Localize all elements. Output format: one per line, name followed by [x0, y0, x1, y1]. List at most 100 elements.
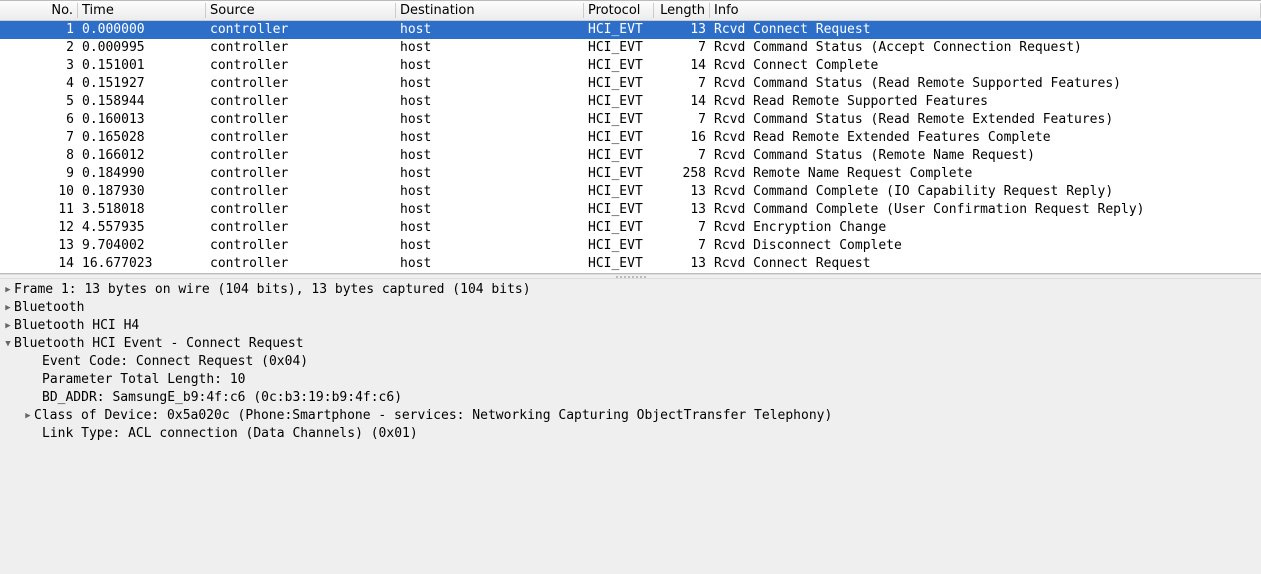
tree-link-type[interactable]: Link Type: ACL connection (Data Channels… [0, 425, 1261, 443]
cell-source: controller [206, 237, 396, 255]
col-header-source[interactable]: Source [206, 3, 396, 18]
cell-time: 16.677023 [78, 255, 206, 273]
cell-time: 0.160013 [78, 111, 206, 129]
cell-destination: host [396, 183, 584, 201]
cell-length: 13 [654, 183, 710, 201]
cell-source: controller [206, 93, 396, 111]
cell-protocol: HCI_EVT [584, 165, 654, 183]
tree-label: Link Type: ACL connection (Data Channels… [42, 425, 418, 443]
cell-protocol: HCI_EVT [584, 183, 654, 201]
packet-list-pane[interactable]: No. Time Source Destination Protocol Len… [0, 0, 1261, 274]
packet-row[interactable]: 30.151001controllerhostHCI_EVT14Rcvd Con… [0, 57, 1261, 75]
packet-row[interactable]: 70.165028controllerhostHCI_EVT16Rcvd Rea… [0, 129, 1261, 147]
cell-info: Rcvd Read Remote Extended Features Compl… [710, 129, 1261, 147]
cell-protocol: HCI_EVT [584, 57, 654, 75]
pane-splitter[interactable] [0, 274, 1261, 279]
cell-destination: host [396, 255, 584, 273]
tree-bluetooth[interactable]: ▶ Bluetooth [0, 299, 1261, 317]
col-header-no[interactable]: No. [0, 3, 78, 18]
cell-no: 3 [0, 57, 78, 75]
cell-info: Rcvd Disconnect Complete [710, 237, 1261, 255]
cell-info: Rcvd Remote Name Request Complete [710, 165, 1261, 183]
cell-time: 0.000000 [78, 21, 206, 39]
packet-row[interactable]: 100.187930controllerhostHCI_EVT13Rcvd Co… [0, 183, 1261, 201]
cell-time: 0.184990 [78, 165, 206, 183]
tree-hci-h4[interactable]: ▶ Bluetooth HCI H4 [0, 317, 1261, 335]
tree-class-of-device[interactable]: ▶ Class of Device: 0x5a020c (Phone:Smart… [0, 407, 1261, 425]
cell-destination: host [396, 39, 584, 57]
cell-no: 9 [0, 165, 78, 183]
expand-arrow-icon[interactable]: ▶ [2, 317, 14, 335]
cell-source: controller [206, 147, 396, 165]
packet-row[interactable]: 124.557935controllerhostHCI_EVT7Rcvd Enc… [0, 219, 1261, 237]
cell-length: 7 [654, 219, 710, 237]
cell-time: 9.704002 [78, 237, 206, 255]
cell-info: Rcvd Command Status (Read Remote Extende… [710, 111, 1261, 129]
cell-info: Rcvd Connect Complete [710, 57, 1261, 75]
packet-row[interactable]: 10.000000controllerhostHCI_EVT13Rcvd Con… [0, 21, 1261, 39]
tree-hci-event[interactable]: ▼ Bluetooth HCI Event - Connect Request [0, 335, 1261, 353]
cell-no: 2 [0, 39, 78, 57]
cell-protocol: HCI_EVT [584, 93, 654, 111]
packet-list-header: No. Time Source Destination Protocol Len… [0, 1, 1261, 21]
tree-label: Bluetooth [14, 299, 84, 317]
packet-list-body[interactable]: 10.000000controllerhostHCI_EVT13Rcvd Con… [0, 21, 1261, 273]
cell-no: 12 [0, 219, 78, 237]
packet-row[interactable]: 40.151927controllerhostHCI_EVT7Rcvd Comm… [0, 75, 1261, 93]
cell-protocol: HCI_EVT [584, 147, 654, 165]
expand-arrow-icon[interactable]: ▶ [22, 407, 34, 425]
cell-source: controller [206, 39, 396, 57]
cell-no: 4 [0, 75, 78, 93]
tree-param-len[interactable]: Parameter Total Length: 10 [0, 371, 1261, 389]
collapse-arrow-icon[interactable]: ▼ [2, 335, 14, 353]
cell-no: 13 [0, 237, 78, 255]
col-header-time[interactable]: Time [78, 3, 206, 18]
cell-protocol: HCI_EVT [584, 129, 654, 147]
packet-row[interactable]: 1416.677023controllerhostHCI_EVT13Rcvd C… [0, 255, 1261, 273]
cell-time: 0.151001 [78, 57, 206, 75]
cell-no: 5 [0, 93, 78, 111]
cell-length: 13 [654, 21, 710, 39]
cell-length: 7 [654, 111, 710, 129]
cell-length: 7 [654, 75, 710, 93]
expand-arrow-icon[interactable]: ▶ [2, 299, 14, 317]
expand-arrow-icon[interactable]: ▶ [2, 281, 14, 299]
tree-event-code[interactable]: Event Code: Connect Request (0x04) [0, 353, 1261, 371]
cell-protocol: HCI_EVT [584, 39, 654, 57]
tree-label: Parameter Total Length: 10 [42, 371, 246, 389]
cell-no: 8 [0, 147, 78, 165]
cell-length: 14 [654, 57, 710, 75]
col-header-destination[interactable]: Destination [396, 3, 584, 18]
cell-info: Rcvd Command Complete (User Confirmation… [710, 201, 1261, 219]
packet-row[interactable]: 50.158944controllerhostHCI_EVT14Rcvd Rea… [0, 93, 1261, 111]
cell-destination: host [396, 147, 584, 165]
tree-bd-addr[interactable]: BD_ADDR: SamsungE_b9:4f:c6 (0c:b3:19:b9:… [0, 389, 1261, 407]
cell-no: 10 [0, 183, 78, 201]
cell-source: controller [206, 21, 396, 39]
cell-info: Rcvd Command Status (Accept Connection R… [710, 39, 1261, 57]
col-header-protocol[interactable]: Protocol [584, 3, 654, 18]
packet-row[interactable]: 20.000995controllerhostHCI_EVT7Rcvd Comm… [0, 39, 1261, 57]
packet-row[interactable]: 80.166012controllerhostHCI_EVT7Rcvd Comm… [0, 147, 1261, 165]
cell-info: Rcvd Command Status (Read Remote Support… [710, 75, 1261, 93]
tree-frame[interactable]: ▶ Frame 1: 13 bytes on wire (104 bits), … [0, 281, 1261, 299]
packet-details-pane[interactable]: ▶ Frame 1: 13 bytes on wire (104 bits), … [0, 279, 1261, 574]
cell-time: 0.151927 [78, 75, 206, 93]
col-header-info[interactable]: Info [710, 3, 1261, 18]
packet-row[interactable]: 90.184990controllerhostHCI_EVT258Rcvd Re… [0, 165, 1261, 183]
cell-length: 258 [654, 165, 710, 183]
packet-row[interactable]: 113.518018controllerhostHCI_EVT13Rcvd Co… [0, 201, 1261, 219]
cell-no: 7 [0, 129, 78, 147]
cell-destination: host [396, 21, 584, 39]
packet-row[interactable]: 60.160013controllerhostHCI_EVT7Rcvd Comm… [0, 111, 1261, 129]
cell-destination: host [396, 237, 584, 255]
cell-length: 16 [654, 129, 710, 147]
cell-destination: host [396, 75, 584, 93]
cell-info: Rcvd Connect Request [710, 255, 1261, 273]
packet-row[interactable]: 139.704002controllerhostHCI_EVT7Rcvd Dis… [0, 237, 1261, 255]
col-header-length[interactable]: Length [654, 3, 710, 18]
cell-destination: host [396, 129, 584, 147]
cell-source: controller [206, 219, 396, 237]
cell-length: 7 [654, 39, 710, 57]
cell-source: controller [206, 57, 396, 75]
